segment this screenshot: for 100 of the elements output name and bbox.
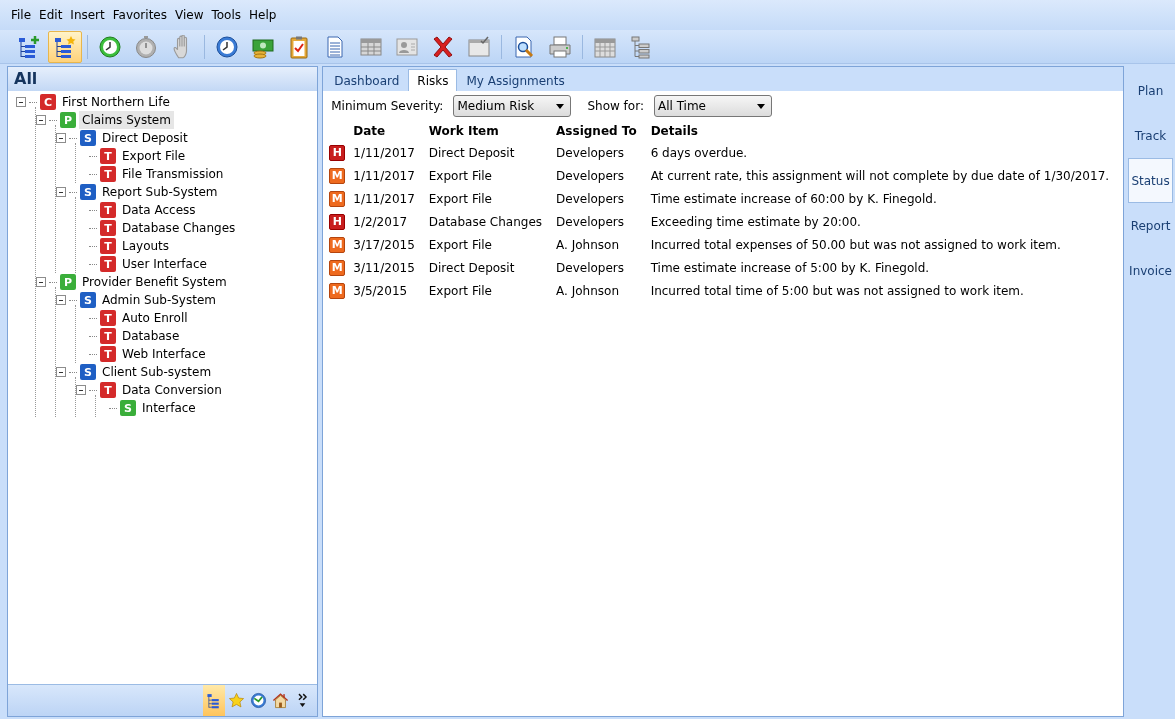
- tree-item[interactable]: Database Changes: [119, 219, 239, 237]
- tree-item[interactable]: User Interface: [119, 255, 210, 273]
- tree-item[interactable]: Client Sub-system: [99, 363, 215, 381]
- severity-badge: H: [329, 213, 346, 230]
- expander[interactable]: [56, 187, 66, 197]
- table-cell: A. Johnson: [556, 279, 651, 302]
- tree-item[interactable]: Layouts: [119, 237, 173, 255]
- column-header: Date: [353, 121, 429, 141]
- caret-icon: [556, 103, 565, 109]
- table-cell: 3/11/2015: [353, 256, 429, 279]
- node-badge: T: [100, 310, 116, 326]
- table-cell-text: Direct Deposit: [428, 144, 516, 162]
- tree-item[interactable]: Web Interface: [119, 345, 209, 363]
- clock-icon: [249, 692, 267, 709]
- severity-badge: M: [329, 259, 346, 276]
- side-tab[interactable]: Report: [1128, 203, 1173, 248]
- home-icon: [271, 692, 289, 709]
- tree-item[interactable]: First Northern Life: [59, 93, 173, 111]
- node-badge: T: [100, 220, 116, 236]
- table-cell: Export File: [428, 233, 557, 256]
- tree-item[interactable]: Data Access: [119, 201, 199, 219]
- node-badge: T: [100, 346, 116, 362]
- node-badge: T: [100, 148, 116, 164]
- node-badge: T: [100, 382, 116, 398]
- tree-star-icon: [53, 34, 77, 59]
- tree-list-icon: [629, 34, 653, 59]
- tree-item[interactable]: Claims System: [79, 111, 174, 129]
- table-cell-text: Database Changes: [428, 213, 544, 231]
- delete-x-icon: [431, 34, 455, 59]
- tree-item[interactable]: Data Conversion: [119, 381, 225, 399]
- tree-item[interactable]: Auto Enroll: [119, 309, 191, 327]
- node-badge: T: [100, 238, 116, 254]
- menu-item[interactable]: Help: [245, 4, 281, 26]
- menu-item[interactable]: View: [171, 4, 208, 26]
- table-cell-text: 6 days overdue.: [650, 144, 749, 162]
- tab[interactable]: Risks: [408, 69, 458, 91]
- window-check-icon: [467, 34, 491, 59]
- tree-add-icon: [17, 34, 41, 59]
- printer-icon: [548, 34, 572, 59]
- expander[interactable]: [56, 367, 66, 377]
- caret-icon: [756, 103, 765, 109]
- expander[interactable]: [76, 385, 86, 395]
- column-header: Assigned To: [556, 121, 651, 141]
- dropdown[interactable]: Medium Risk: [453, 95, 572, 117]
- menu-item[interactable]: File: [7, 4, 36, 26]
- table-cell-text: Incurred total expenses of 50.00 but was not assigned to work item.: [650, 236, 1062, 254]
- panel-title: All: [8, 67, 318, 91]
- node-badge: P: [60, 274, 76, 290]
- table-cell: 1/11/2017: [353, 187, 429, 210]
- table-cell: Export File: [428, 279, 557, 302]
- menu-item[interactable]: Favorites: [108, 4, 171, 26]
- tree-item[interactable]: Report Sub-System: [99, 183, 221, 201]
- node-badge: S: [80, 184, 96, 200]
- table-cell-text: Exceeding time estimate by 20:00.: [650, 213, 862, 231]
- node-badge: P: [60, 112, 76, 128]
- severity-badge: M: [329, 282, 346, 299]
- expander[interactable]: [36, 277, 46, 287]
- tab[interactable]: My Assignments: [457, 69, 574, 91]
- side-tab[interactable]: Status: [1128, 158, 1173, 203]
- table-cell: Developers: [556, 210, 651, 233]
- print-preview-icon: [512, 34, 536, 59]
- toolbar-button[interactable]: [48, 30, 82, 63]
- node-badge: S: [80, 292, 96, 308]
- column-header: Details: [650, 123, 699, 140]
- clock-icon: [215, 34, 239, 59]
- expander[interactable]: [16, 97, 26, 107]
- dropdown[interactable]: All Time: [653, 95, 772, 117]
- side-tab[interactable]: Track: [1128, 113, 1173, 158]
- tree-item[interactable]: Interface: [139, 399, 199, 417]
- table-cell: A. Johnson: [556, 233, 651, 256]
- side-tab[interactable]: Invoice: [1128, 248, 1173, 293]
- expander[interactable]: [36, 115, 46, 125]
- tree-item[interactable]: File Transmission: [119, 165, 227, 183]
- tree-item[interactable]: Provider Benefit System: [79, 273, 230, 291]
- filter-label: Minimum Severity:: [331, 98, 444, 115]
- expander[interactable]: [56, 295, 66, 305]
- expander[interactable]: [56, 133, 66, 143]
- table-cell: 1/2/2017: [353, 210, 429, 233]
- tree-item[interactable]: Database: [119, 327, 183, 345]
- table-cell-text: Export File: [428, 167, 493, 185]
- menu-item[interactable]: Insert: [66, 4, 109, 26]
- table-cell: Developers: [556, 256, 651, 279]
- tree-item[interactable]: Export File: [119, 147, 189, 165]
- severity-badge: M: [329, 167, 346, 184]
- severity-badge: M: [329, 236, 346, 253]
- star-icon: [227, 692, 245, 709]
- menu-item[interactable]: Tools: [207, 4, 246, 26]
- menu-item[interactable]: Edit: [35, 4, 67, 26]
- node-badge: T: [100, 166, 116, 182]
- column-header: Work Item: [428, 121, 557, 141]
- table-cell: 3/5/2015: [353, 279, 429, 302]
- node-badge: S: [120, 400, 136, 416]
- table-cell: Developers: [556, 141, 651, 164]
- tree-item[interactable]: Admin Sub-System: [99, 291, 219, 309]
- tree-item[interactable]: Direct Deposit: [99, 129, 191, 147]
- table-cell: 1/11/2017: [353, 141, 429, 164]
- side-tab[interactable]: Plan: [1128, 68, 1173, 113]
- table-cell: 3/17/2015: [353, 233, 429, 256]
- tab[interactable]: Dashboard: [325, 69, 409, 91]
- table-cell-text: Time estimate increase of 5:00 by K. Finegold.: [650, 259, 931, 277]
